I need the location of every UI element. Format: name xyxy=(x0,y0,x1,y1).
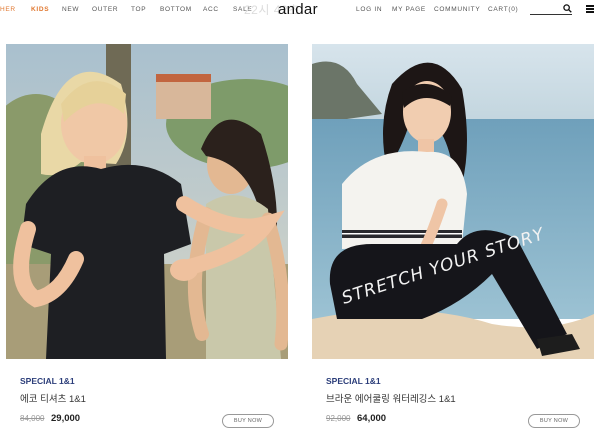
buy-now-button[interactable]: BUY NOW xyxy=(222,414,274,428)
product-photo-running[interactable] xyxy=(6,44,288,359)
search-input[interactable] xyxy=(530,3,572,15)
product-name[interactable]: 브라운 에어쿨링 워터레깅스 1&1 xyxy=(326,391,456,405)
sale-price: 29,000 xyxy=(51,413,81,424)
nav-item-bottom[interactable]: BOTTOM xyxy=(160,6,192,13)
original-price: 84,000 xyxy=(20,414,45,423)
site-logo[interactable]: andar xyxy=(278,1,318,18)
site-header: HER KIDS NEW OUTER TOP BOTTOM ACC SALE 2… xyxy=(0,0,600,22)
buy-now-button[interactable]: BUY NOW xyxy=(528,414,580,428)
login-link[interactable]: LOG IN xyxy=(356,6,382,13)
nav-item-new[interactable]: NEW xyxy=(62,6,79,13)
hamburger-menu-icon[interactable] xyxy=(586,5,594,13)
nav-item-her[interactable]: HER xyxy=(0,6,16,13)
nav-item-kids[interactable]: KIDS xyxy=(31,6,49,13)
nav-item-top[interactable]: TOP xyxy=(131,6,146,13)
product-name[interactable]: 에코 티셔츠 1&1 xyxy=(20,391,86,405)
product-label: SPECIAL 1&1 xyxy=(20,376,75,386)
product-card[interactable]: STRETCH YOUR STORY xyxy=(312,44,594,359)
product-card[interactable] xyxy=(6,44,288,359)
product-photo-beach[interactable]: STRETCH YOUR STORY xyxy=(312,44,594,359)
nav-item-outer[interactable]: OUTER xyxy=(92,6,118,13)
cart-link[interactable]: CART(0) xyxy=(488,6,518,13)
product-label: SPECIAL 1&1 xyxy=(326,376,381,386)
community-link[interactable]: COMMUNITY xyxy=(434,6,480,13)
nav-item-acc[interactable]: ACC xyxy=(203,6,219,13)
mypage-link[interactable]: MY PAGE xyxy=(392,6,426,13)
sale-price: 64,000 xyxy=(357,413,387,424)
original-price: 92,000 xyxy=(326,414,351,423)
search-icon[interactable] xyxy=(563,4,572,13)
